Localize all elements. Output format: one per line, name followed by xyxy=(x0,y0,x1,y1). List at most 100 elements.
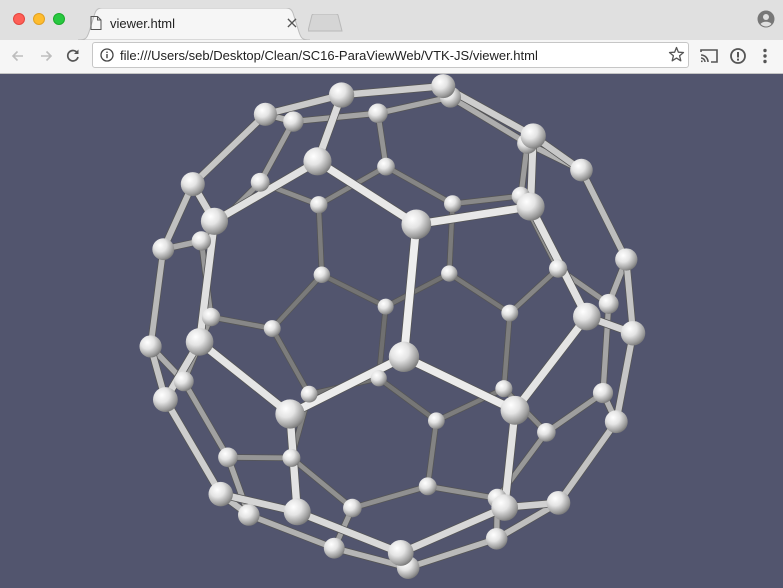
atom xyxy=(418,477,437,496)
document-icon xyxy=(90,16,102,35)
star-icon[interactable] xyxy=(668,46,685,68)
atom xyxy=(620,320,646,346)
bond xyxy=(162,396,224,498)
atom xyxy=(546,490,571,515)
bond xyxy=(412,202,535,229)
atom xyxy=(152,238,175,261)
atom xyxy=(485,527,508,550)
close-icon[interactable]: × xyxy=(284,15,300,31)
atom xyxy=(218,447,238,468)
atom xyxy=(500,395,530,425)
atom xyxy=(237,504,260,526)
atom xyxy=(275,399,305,429)
atom xyxy=(592,382,614,404)
atom xyxy=(283,498,311,526)
atom xyxy=(283,111,304,132)
bond xyxy=(383,164,455,207)
atom xyxy=(501,304,519,322)
bond xyxy=(578,167,630,263)
arrow-right-icon[interactable] xyxy=(36,46,56,66)
bond xyxy=(257,118,296,185)
atom xyxy=(300,385,318,403)
bond xyxy=(270,326,312,397)
atom xyxy=(431,74,456,99)
atom xyxy=(441,265,458,282)
atom xyxy=(370,370,387,387)
info-icon[interactable] xyxy=(100,48,114,67)
arrow-left-icon[interactable] xyxy=(8,46,28,66)
tab-viewer[interactable]: viewer.html × xyxy=(78,8,310,40)
atom xyxy=(573,302,601,331)
url-text[interactable]: file:///Users/seb/Desktop/Clean/SC16-Par… xyxy=(120,48,538,63)
kebab-menu-icon[interactable] xyxy=(755,46,775,71)
bond xyxy=(501,310,513,391)
bond xyxy=(447,94,531,147)
atom xyxy=(570,158,593,182)
atom xyxy=(323,537,345,559)
atom xyxy=(185,328,214,356)
atom xyxy=(173,371,194,392)
atom xyxy=(191,231,212,251)
account-circle-icon[interactable] xyxy=(757,10,775,33)
bond xyxy=(316,202,325,278)
bond xyxy=(270,272,325,331)
bond xyxy=(338,82,447,99)
address-bar[interactable]: file:///Users/seb/Desktop/Clean/SC16-Par… xyxy=(92,42,689,68)
atom xyxy=(604,410,628,434)
atom xyxy=(491,494,519,521)
bond xyxy=(600,301,612,396)
tab-strip: viewer.html × xyxy=(0,0,783,40)
atom xyxy=(427,412,445,430)
reload-icon[interactable] xyxy=(63,46,83,66)
atom xyxy=(310,196,328,214)
atom xyxy=(208,481,233,507)
atom xyxy=(282,448,301,467)
window-maximize-button[interactable] xyxy=(53,13,65,25)
atom xyxy=(253,102,277,126)
atom xyxy=(377,157,395,176)
atom xyxy=(303,147,332,176)
extension-info-icon[interactable] xyxy=(728,46,748,71)
bond xyxy=(349,483,431,511)
bond xyxy=(447,271,512,316)
atom xyxy=(598,293,619,314)
atom xyxy=(388,341,420,373)
new-tab-button[interactable] xyxy=(307,13,344,37)
bond xyxy=(375,94,454,116)
atom xyxy=(152,387,178,412)
atom xyxy=(180,172,205,197)
atom xyxy=(343,498,362,518)
cast-icon[interactable] xyxy=(699,46,719,71)
atom xyxy=(549,259,568,278)
bond xyxy=(319,272,388,309)
fullerene-molecule[interactable] xyxy=(0,74,783,588)
bond xyxy=(376,376,439,423)
atom xyxy=(250,172,270,192)
browser-window: viewer.html × file:///Users/seb/Desktop/… xyxy=(0,0,783,588)
tab-title: viewer.html xyxy=(110,16,176,31)
window-close-button[interactable] xyxy=(13,13,25,25)
atom xyxy=(368,103,388,124)
bond xyxy=(383,271,452,309)
atom xyxy=(263,320,281,338)
atom xyxy=(200,207,229,235)
bond xyxy=(195,338,294,418)
atom xyxy=(201,307,221,327)
bond xyxy=(613,330,637,425)
window-minimize-button[interactable] xyxy=(33,13,45,25)
bond xyxy=(555,418,620,506)
bond xyxy=(189,111,269,188)
vtk-render-viewport[interactable] xyxy=(0,74,783,588)
atom xyxy=(139,335,162,358)
atom xyxy=(495,380,513,398)
atom xyxy=(377,298,394,315)
atom xyxy=(516,192,545,221)
bond xyxy=(425,483,500,501)
atom xyxy=(328,82,355,108)
atom xyxy=(615,248,638,271)
atom xyxy=(537,423,556,442)
bond xyxy=(511,312,591,414)
browser-toolbar: file:///Users/seb/Desktop/Clean/SC16-Par… xyxy=(0,40,783,74)
atom xyxy=(401,209,432,240)
bond xyxy=(543,390,606,435)
